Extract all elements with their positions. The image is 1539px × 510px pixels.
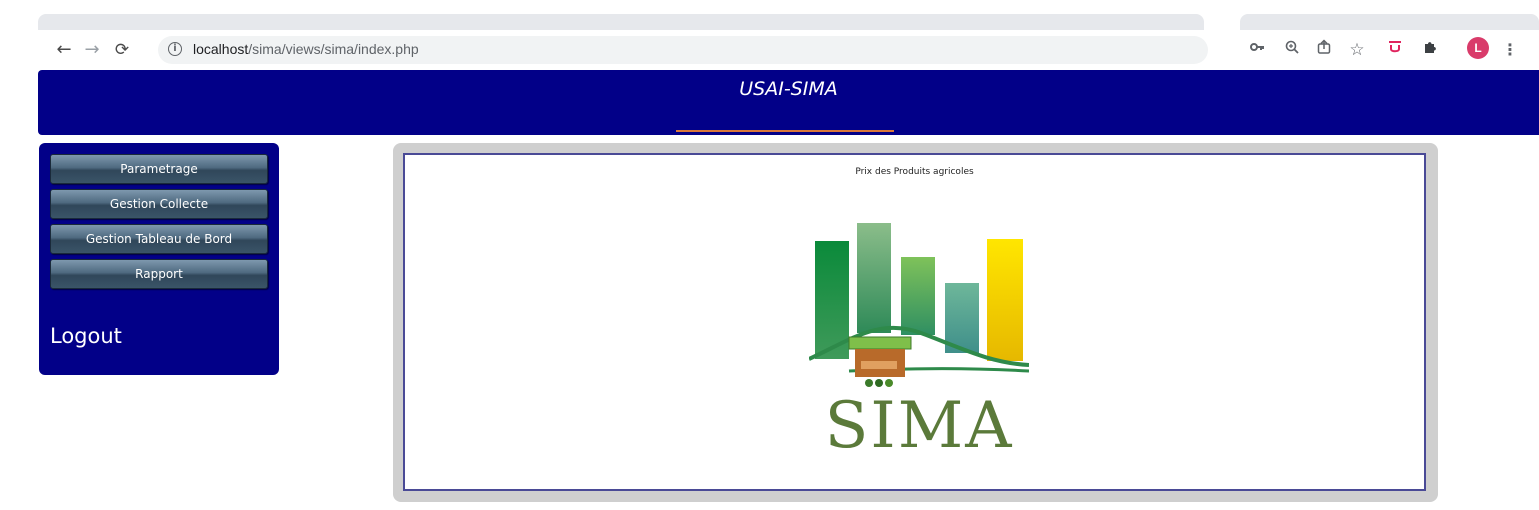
reload-icon[interactable]: ⟳ (110, 38, 134, 62)
sidebar-menu: Parametrage Gestion Collecte Gestion Tab… (39, 143, 279, 375)
stall-produce (875, 379, 883, 387)
url-path: /sima/views/sima/index.php (248, 41, 419, 57)
tab-strip (0, 0, 1539, 30)
logo-bar (901, 257, 935, 335)
browser-tab[interactable] (38, 14, 1204, 30)
app-title: USAI-SIMA (739, 78, 838, 100)
content-panel: Prix des Produits agricoles SIMA (393, 143, 1438, 502)
info-icon[interactable]: i (168, 42, 182, 56)
menu-button-rapport[interactable]: Rapport (50, 259, 268, 289)
menu-dots-icon[interactable]: ⋮ (1499, 38, 1521, 62)
share-icon[interactable] (1313, 38, 1335, 62)
logo-bar (987, 239, 1023, 361)
logout-link[interactable]: Logout (50, 324, 122, 348)
screen: ← → ⟳ i localhost/sima/views/sima/index.… (0, 0, 1539, 510)
title-underline (676, 130, 894, 132)
zoom-icon[interactable] (1281, 38, 1303, 62)
app-header: USAI-SIMA (38, 70, 1539, 135)
sima-logo: SIMA (808, 221, 1030, 463)
star-icon[interactable]: ☆ (1346, 38, 1368, 62)
stall-produce (865, 379, 873, 387)
menu-button-gestion-collecte[interactable]: Gestion Collecte (50, 189, 268, 219)
sima-logo-graphic (808, 223, 1030, 387)
puzzle-icon[interactable] (1419, 38, 1441, 62)
stall-sign (861, 361, 897, 369)
key-icon[interactable] (1246, 38, 1268, 62)
extension-shield-icon[interactable] (1384, 38, 1406, 62)
browser-toolbar: ← → ⟳ i localhost/sima/views/sima/index.… (0, 30, 1539, 70)
stall-produce (885, 379, 893, 387)
forward-icon[interactable]: → (80, 38, 104, 62)
address-bar[interactable]: i localhost/sima/views/sima/index.php (158, 36, 1208, 64)
logo-wordmark: SIMA (824, 389, 1014, 463)
browser-tab[interactable] (1240, 14, 1539, 30)
menu-button-parametrage[interactable]: Parametrage (50, 154, 268, 184)
logo-bar (857, 223, 891, 333)
stall-awning (848, 336, 912, 350)
back-icon[interactable]: ← (52, 38, 76, 62)
menu-button-gestion-tableau-de-bord[interactable]: Gestion Tableau de Bord (50, 224, 268, 254)
url-text[interactable]: localhost/sima/views/sima/index.php (193, 41, 419, 57)
profile-avatar[interactable]: L (1467, 37, 1489, 59)
url-host: localhost (193, 41, 249, 57)
content-frame: Prix des Produits agricoles SIMA (403, 153, 1426, 491)
panel-caption: Prix des Produits agricoles (855, 167, 974, 177)
